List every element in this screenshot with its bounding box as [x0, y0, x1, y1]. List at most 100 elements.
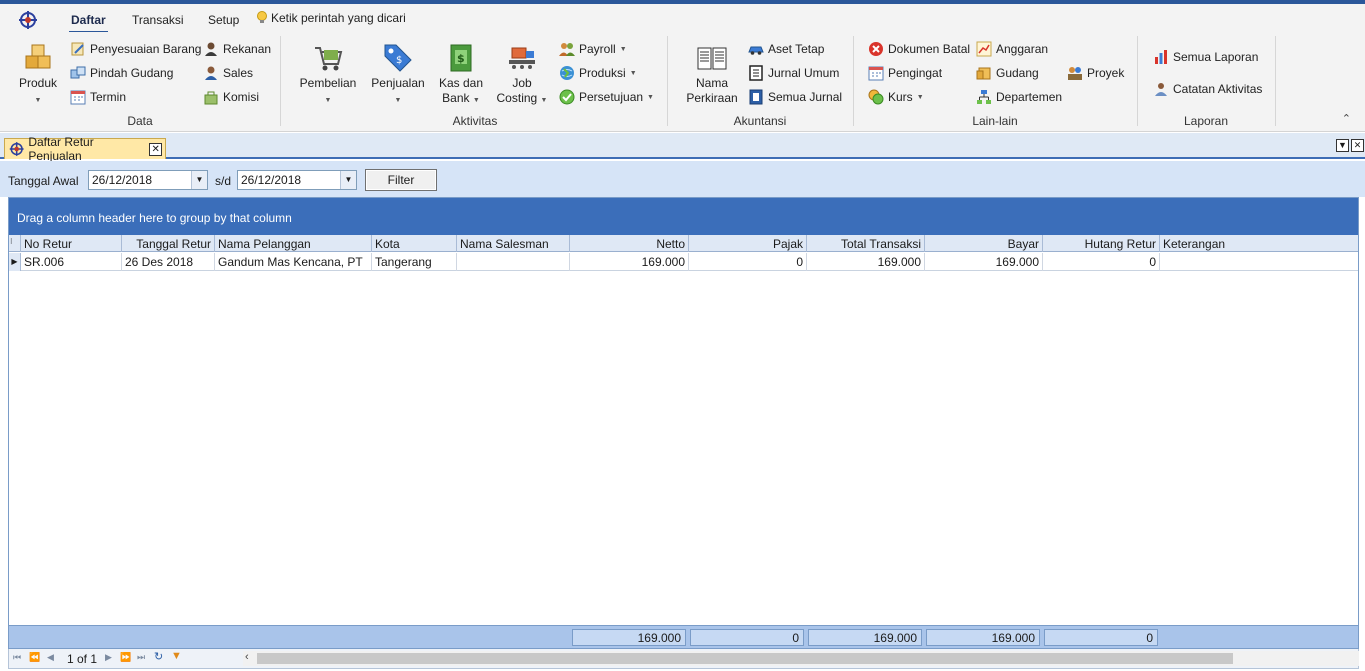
globe-icon — [560, 66, 574, 80]
group-label-laporan: Laporan — [1183, 114, 1229, 128]
next-page-icon[interactable]: ⏩ — [120, 652, 131, 663]
cell-keterangan[interactable] — [1160, 253, 1358, 271]
tab-setup[interactable]: Setup — [208, 13, 239, 27]
col-hutang-retur[interactable]: Hutang Retur — [1043, 235, 1160, 252]
total-total-transaksi: 169.000 — [808, 629, 922, 646]
kurs-button[interactable]: Kurs ▼ — [868, 88, 924, 106]
penyesuaian-barang-button[interactable]: Penyesuaian Barang — [70, 40, 201, 58]
group-by-panel[interactable]: Drag a column header here to group by th… — [9, 198, 1358, 235]
proyek-button[interactable]: Proyek — [1067, 64, 1124, 82]
col-nama-salesman[interactable]: Nama Salesman — [457, 235, 570, 252]
penjualan-button[interactable]: $ Penjualan ▼ — [368, 42, 428, 108]
departemen-label: Departemen — [996, 90, 1063, 104]
rekanan-label: Rekanan — [223, 42, 272, 56]
col-keterangan[interactable]: Keterangan — [1160, 235, 1358, 252]
gudang-button[interactable]: Gudang — [976, 64, 1039, 82]
adjust-icon — [71, 42, 84, 56]
kas-dan-bank-button[interactable]: $ Kas dan Bank ▼ — [436, 42, 486, 108]
col-no-retur[interactable]: No Retur — [21, 235, 122, 252]
prev-page-icon[interactable]: ⏪ — [29, 652, 40, 663]
persetujuan-button[interactable]: Persetujuan ▼ — [559, 88, 654, 106]
transfer-icon — [70, 66, 86, 79]
departemen-button[interactable]: Departemen — [976, 88, 1062, 106]
chevron-down-icon[interactable]: ▼ — [340, 171, 356, 189]
jurnal-umum-button[interactable]: Jurnal Umum — [748, 64, 839, 82]
tell-me-search[interactable]: Ketik perintah yang dicari — [256, 11, 406, 25]
aset-tetap-button[interactable]: Aset Tetap — [748, 40, 824, 58]
sales-button[interactable]: Sales — [203, 64, 253, 82]
cell-nama-pelanggan[interactable]: Gandum Mas Kencana, PT — [215, 253, 372, 271]
catatan-aktivitas-label: Catatan Aktivitas — [1173, 82, 1263, 96]
scrollbar-thumb[interactable] — [257, 653, 1233, 664]
job-costing-button[interactable]: Job Costing ▼ — [494, 42, 550, 108]
kas-dan-bank-label-2: Bank — [442, 91, 470, 105]
end-date-input[interactable]: 26/12/2018 ▼ — [237, 170, 357, 190]
catatan-aktivitas-button[interactable]: Catatan Aktivitas — [1153, 80, 1262, 98]
lightbulb-icon — [257, 11, 267, 23]
col-kota[interactable]: Kota — [372, 235, 457, 252]
col-total-transaksi[interactable]: Total Transaksi — [807, 235, 925, 252]
retur-grid: Drag a column header here to group by th… — [8, 197, 1359, 649]
next-record-icon[interactable]: ▶ — [105, 652, 112, 663]
app-logo-icon[interactable] — [18, 10, 38, 30]
prev-record-icon[interactable]: ◀ — [47, 652, 54, 663]
chevron-down-icon[interactable]: ▼ — [191, 171, 207, 189]
tab-daftar[interactable]: Daftar — [69, 13, 108, 33]
money-book-icon: $ — [450, 44, 472, 72]
horizontal-scrollbar[interactable]: ‹ — [243, 651, 1359, 666]
filter-button[interactable]: Filter — [365, 169, 437, 191]
komisi-button[interactable]: Komisi — [203, 88, 259, 106]
cell-tanggal-retur[interactable]: 26 Des 2018 — [122, 253, 215, 271]
pindah-gudang-button[interactable]: Pindah Gudang — [70, 64, 173, 82]
close-window-icon[interactable]: ✕ — [1351, 139, 1364, 152]
payroll-button[interactable]: Payroll ▼ — [559, 40, 627, 58]
table-row[interactable]: ▶ SR.006 26 Des 2018 Gandum Mas Kencana,… — [9, 253, 1358, 271]
produk-button[interactable]: Produk ▼ — [14, 42, 62, 108]
col-bayar[interactable]: Bayar — [925, 235, 1043, 252]
collapse-ribbon-icon[interactable]: ⌃ — [1342, 112, 1351, 125]
rekanan-button[interactable]: Rekanan — [203, 40, 271, 58]
first-page-icon[interactable]: ⏮ — [13, 652, 21, 663]
window-list-icon[interactable]: ▼ — [1336, 139, 1349, 152]
cancel-icon — [869, 42, 883, 56]
filter-bar: Tanggal Awal 26/12/2018 ▼ s/d 26/12/2018… — [0, 161, 1365, 197]
cell-no-retur[interactable]: SR.006 — [21, 253, 122, 271]
cell-bayar[interactable]: 169.000 — [925, 253, 1043, 271]
col-tanggal-retur[interactable]: Tanggal Retur — [122, 235, 215, 252]
dokumen-batal-button[interactable]: Dokumen Batal — [868, 40, 970, 58]
close-icon[interactable]: ✕ — [149, 142, 162, 156]
cell-netto[interactable]: 169.000 — [570, 253, 689, 271]
kurs-label: Kurs — [888, 90, 913, 104]
start-date-input[interactable]: 26/12/2018 ▼ — [88, 170, 208, 190]
cell-hutang-retur[interactable]: 0 — [1043, 253, 1160, 271]
col-netto[interactable]: Netto — [570, 235, 689, 252]
pengingat-button[interactable]: Pengingat — [868, 64, 942, 82]
group-separator — [1137, 36, 1138, 126]
group-label-lain-lain: Lain-lain — [972, 114, 1018, 128]
cell-kota[interactable]: Tangerang — [372, 253, 457, 271]
group-separator — [1275, 36, 1276, 126]
last-page-icon[interactable]: ⏭ — [137, 652, 145, 663]
filter-funnel-icon[interactable]: ▼ — [171, 650, 182, 662]
refresh-icon[interactable]: ↻ — [154, 650, 163, 663]
page-indicator: 1 of 1 — [67, 652, 98, 666]
anggaran-button[interactable]: Anggaran — [976, 40, 1048, 58]
semua-laporan-button[interactable]: Semua Laporan — [1153, 48, 1258, 66]
pembelian-button[interactable]: Pembelian ▼ — [298, 42, 358, 108]
group-separator — [667, 36, 668, 126]
column-chooser-icon[interactable]: ⁝ — [9, 235, 21, 252]
produksi-button[interactable]: Produksi ▼ — [559, 64, 637, 82]
semua-jurnal-button[interactable]: Semua Jurnal — [748, 88, 842, 106]
group-separator — [853, 36, 854, 126]
col-nama-pelanggan[interactable]: Nama Pelanggan — [215, 235, 372, 252]
cell-nama-salesman[interactable] — [457, 253, 570, 271]
cell-pajak[interactable]: 0 — [689, 253, 807, 271]
nama-perkiraan-button[interactable]: Nama Perkiraan — [684, 42, 740, 106]
scroll-left-icon[interactable]: ‹ — [245, 651, 249, 663]
termin-button[interactable]: Termin — [70, 88, 126, 106]
doc-tab-daftar-retur-penjualan[interactable]: Daftar Retur Penjualan ✕ — [4, 135, 166, 163]
col-pajak[interactable]: Pajak — [689, 235, 807, 252]
journal-icon — [749, 65, 763, 81]
tab-transaksi[interactable]: Transaksi — [132, 13, 184, 27]
cell-total-transaksi[interactable]: 169.000 — [807, 253, 925, 271]
